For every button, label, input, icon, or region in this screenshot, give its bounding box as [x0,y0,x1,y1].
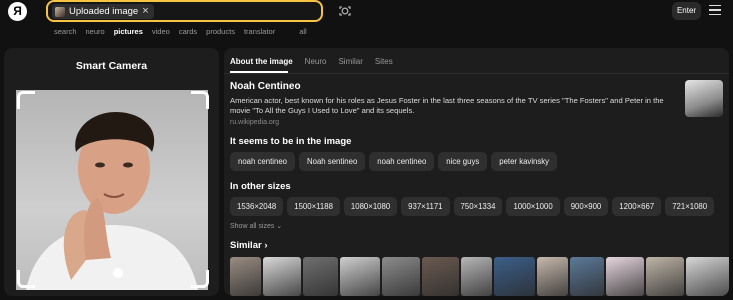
size-chip[interactable]: 1080×1080 [343,197,398,216]
tab-sites[interactable]: Sites [375,57,393,66]
size-options: 1536×2048 1500×1188 1080×1080 937×1171 7… [230,197,715,216]
camera-lens-icon[interactable] [337,3,353,19]
tag-chip[interactable]: nice guys [438,152,488,171]
uploaded-thumbnail [55,6,65,17]
uploaded-photo [16,90,208,290]
size-chip[interactable]: 721×1080 [665,197,715,216]
seems-tags: noah centineo Noah sentineo noah centine… [230,152,558,171]
tab-pictures[interactable]: pictures [114,27,143,36]
similar-image[interactable] [646,257,684,296]
tab-search[interactable]: search [54,27,77,36]
tabs-divider [224,73,729,74]
crop-handle[interactable] [113,268,123,278]
tab-similar[interactable]: Similar [338,57,362,66]
similar-image[interactable] [340,257,380,296]
similar-image[interactable] [570,257,604,296]
similar-image[interactable] [606,257,644,296]
yandex-logo[interactable]: Я [8,2,27,21]
smart-camera-title: Smart Camera [75,60,148,72]
size-chip[interactable]: 1536×2048 [230,197,284,216]
smart-camera-panel: Smart Camera [4,48,219,296]
tab-video[interactable]: video [152,27,170,36]
size-chip[interactable]: 1000×1000 [506,197,560,216]
similar-image[interactable] [422,257,459,296]
enter-button[interactable]: Enter [672,2,701,20]
size-chip[interactable]: 750×1334 [453,197,503,216]
tab-neuro-results[interactable]: Neuro [305,57,327,66]
similar-heading[interactable]: Similar › [230,240,268,251]
chip-close-icon[interactable]: × [142,6,148,17]
similar-image[interactable] [303,257,338,296]
similar-image[interactable] [461,257,492,296]
similar-image[interactable] [382,257,420,296]
hamburger-menu-icon[interactable] [709,5,721,17]
tag-chip[interactable]: Noah sentineo [299,152,366,171]
similar-image[interactable] [537,257,568,296]
chip-label: Uploaded image [69,6,139,17]
seems-heading: It seems to be in the image [230,136,352,147]
similar-image[interactable] [230,257,261,296]
similar-images-row [230,257,729,296]
tab-translator[interactable]: translator [244,27,275,36]
tab-about-image[interactable]: About the image [230,57,293,66]
size-chip[interactable]: 900×900 [563,197,609,216]
tag-chip[interactable]: noah centineo [369,152,435,171]
similar-image[interactable] [686,257,729,296]
top-bar: Я Uploaded image × Enter search neuro pi… [0,0,733,44]
similar-image[interactable] [263,257,301,296]
tag-chip[interactable]: peter kavinsky [491,152,558,171]
nav-tabs: search neuro pictures video cards produc… [54,27,316,36]
crop-corner-top-right[interactable] [191,91,209,109]
crop-corner-bottom-left[interactable] [17,270,35,288]
crop-corner-bottom-right[interactable] [191,270,209,288]
entity-source-link[interactable]: ru.wikipedia.org [230,119,279,126]
search-box[interactable]: Uploaded image × [46,0,323,22]
uploaded-image-chip[interactable]: Uploaded image × [52,4,154,19]
portrait-illustration [26,112,198,290]
crop-corner-top-left[interactable] [17,91,35,109]
size-chip[interactable]: 1200×667 [612,197,662,216]
results-tabs: About the image Neuro Similar Sites [230,57,405,66]
tab-all[interactable]: all [299,27,307,36]
entity-thumbnail[interactable] [685,80,723,117]
similar-image[interactable] [494,257,535,296]
entity-description: American actor, best known for his roles… [230,96,664,116]
tag-chip[interactable]: noah centineo [230,152,295,171]
tab-cards[interactable]: cards [179,27,197,36]
results-panel: About the image Neuro Similar Sites Noah… [224,48,729,296]
entity-name[interactable]: Noah Centineo [230,81,301,92]
size-chip[interactable]: 1500×1188 [287,197,340,216]
sizes-heading: In other sizes [230,181,291,192]
tab-neuro[interactable]: neuro [86,27,105,36]
tab-products[interactable]: products [206,27,235,36]
size-chip[interactable]: 937×1171 [401,197,450,216]
show-all-sizes-link[interactable]: Show all sizes ⌄ [230,222,282,230]
